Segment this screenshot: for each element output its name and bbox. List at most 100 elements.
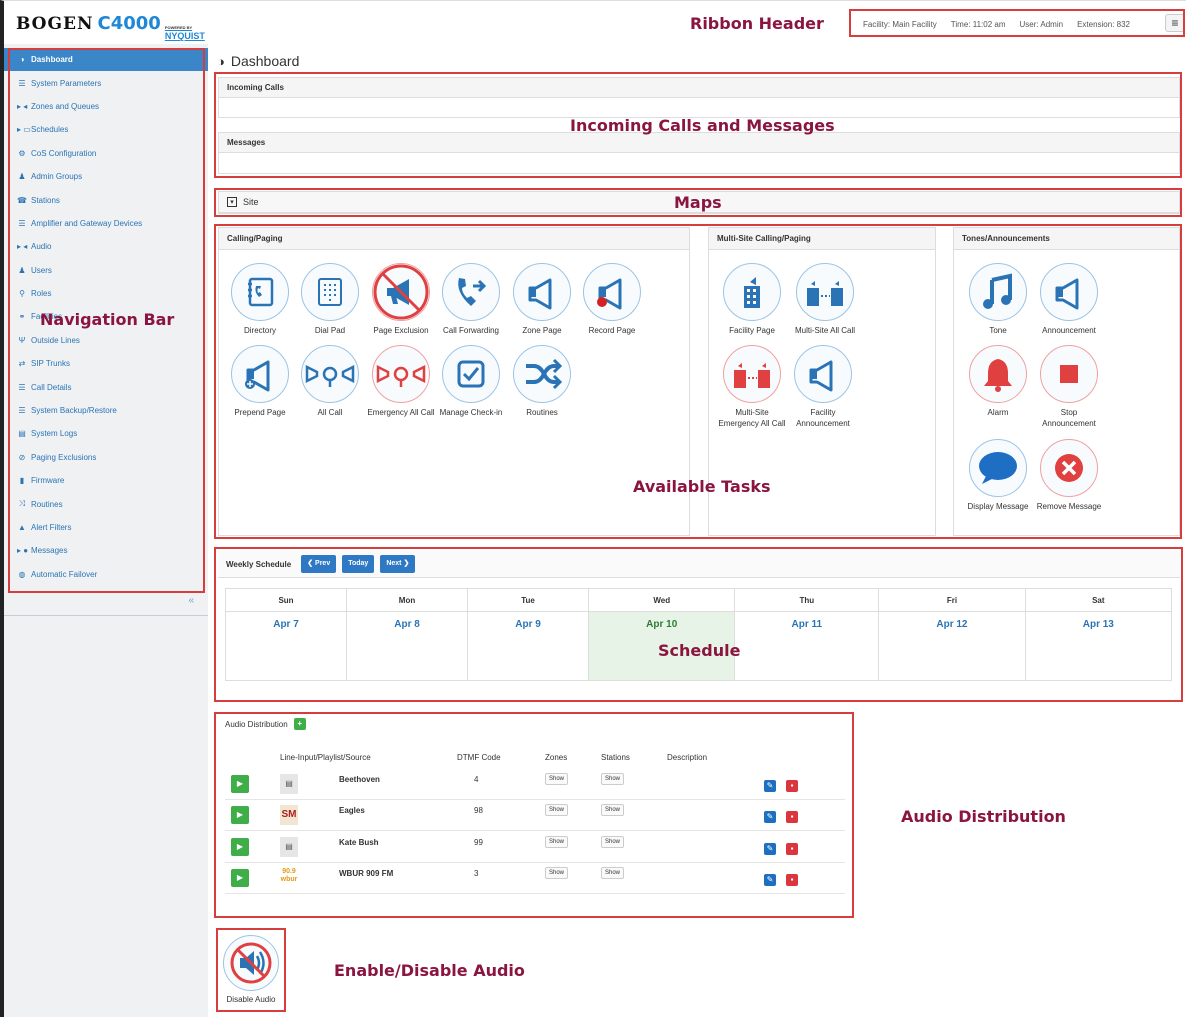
stations-show-button[interactable]: Show [601,867,625,879]
task-emergency-all-call[interactable]: Emergency All Call [366,345,436,418]
task-display-message[interactable]: Display Message [963,439,1033,512]
task-call-forwarding[interactable]: Call Forwarding [436,263,506,336]
edit-icon[interactable]: ✎ [764,811,776,823]
sidebar-item-dashboard[interactable]: ◑ Dashboard [4,48,208,72]
stations-show-button[interactable]: Show [601,836,625,848]
play-button[interactable]: ▶ [231,838,249,856]
sidebar-item-label: System Parameters [31,78,102,88]
sidebar-item-messages[interactable]: ▸ ● Messages [4,539,208,562]
sidebar-item-label: Dashboard [31,55,73,65]
collapse-icon[interactable]: « [4,586,208,616]
zones-show-button[interactable]: Show [545,804,569,816]
audio-col-header: DTMF Code [457,753,501,762]
edit-icon[interactable]: ✎ [764,780,776,792]
delete-icon[interactable]: ▪ [786,874,798,886]
sidebar-item-label: Firmware [31,476,65,486]
zones-show-button[interactable]: Show [545,773,569,785]
stations-show-button[interactable]: Show [601,804,625,816]
task-facility-announcement[interactable]: Facility Announcement [788,345,858,429]
task-zone-page[interactable]: Zone Page [507,263,577,336]
task-all-call[interactable]: All Call [295,345,365,418]
day-cell[interactable]: Apr 8 [346,611,469,681]
day-header: Tue [467,588,590,612]
task-prepend-page[interactable]: Prepend Page [225,345,295,418]
edit-icon[interactable]: ✎ [764,874,776,886]
source-thumbnail: 90.9 wbur [280,868,298,888]
sidebar-item-system-backup-restore[interactable]: ☰ System Backup/Restore [4,399,208,422]
sidebar-item-zones-and-queues[interactable]: ▸ ◂ Zones and Queues [4,95,208,118]
task-record-page[interactable]: Record Page [577,263,647,336]
task-stop-announcement[interactable]: Stop Announcement [1034,345,1104,429]
today-button[interactable]: Today [342,555,375,573]
audio-row: ▶ 90.9 wbur WBUR 909 FM 3 Show Show ✎ ▪ [225,863,845,894]
play-button[interactable]: ▶ [231,869,249,887]
task-manage-check-in[interactable]: Manage Check-in [436,345,506,418]
day-cell[interactable]: Apr 13 [1024,611,1173,681]
group-icon: ♟ [18,172,26,182]
play-button[interactable]: ▶ [231,775,249,793]
sidebar-item-firmware[interactable]: ▮ Firmware [4,469,208,492]
sidebar-item-system-parameters[interactable]: ☰ System Parameters [4,71,208,94]
collapse-toggle-icon[interactable]: ▾ [227,197,237,207]
task-announcement[interactable]: Announcement [1034,263,1104,336]
prev-button[interactable]: ❮ Prev [301,555,337,573]
calling-paging-header: Calling/Paging [219,228,689,250]
task-alarm[interactable]: Alarm [963,345,1033,418]
sidebar-item-cos-configuration[interactable]: ⚙ CoS Configuration [4,142,208,165]
delete-icon[interactable]: ▪ [786,811,798,823]
delete-icon[interactable]: ▪ [786,780,798,792]
sidebar-item-label: Amplifier and Gateway Devices [31,218,143,228]
ribbon-header: BOGEN C4000 POWERED BY NYQUIST Facility: … [0,0,1186,44]
sidebar-item-roles[interactable]: ⚲ Roles [4,282,208,305]
source-thumbnail: SM [280,805,298,825]
audio-icon: ▸ ◂ [17,242,28,252]
sidebar-item-call-details[interactable]: ☰ Call Details [4,375,208,398]
day-cell[interactable]: Apr 12 [878,611,1026,681]
delete-icon[interactable]: ▪ [786,843,798,855]
task-remove-message[interactable]: Remove Message [1034,439,1104,512]
audio-row: ▶ SM Eagles 98 Show Show ✎ ▪ [225,800,845,831]
next-button[interactable]: Next ❯ [380,555,416,573]
sidebar-item-schedules[interactable]: ▸ ▭ Schedules [4,118,208,141]
zones-show-button[interactable]: Show [545,836,569,848]
sidebar-item-amplifier-and-gateway-devices[interactable]: ☰ Amplifier and Gateway Devices [4,212,208,235]
task-routines[interactable]: Routines [507,345,577,418]
task-tone[interactable]: Tone [963,263,1033,336]
sidebar-item-sip-trunks[interactable]: ⇄ SIP Trunks [4,352,208,375]
sidebar-item-stations[interactable]: ☎ Stations [4,188,208,211]
tone-icon [969,263,1027,321]
sidebar-item-system-logs[interactable]: ▤ System Logs [4,422,208,445]
task-multi-site-all-call[interactable]: Multi-Site All Call [790,263,860,336]
disable-audio-button[interactable]: Disable Audio [219,932,283,1008]
add-audio-button[interactable]: + [293,718,306,730]
edit-icon[interactable]: ✎ [764,843,776,855]
sidebar-item-alert-filters[interactable]: ▲ Alert Filters [4,516,208,539]
menu-icon[interactable]: ≡ [1165,14,1185,32]
sidebar-item-label: System Logs [31,429,78,439]
task-multi-site-emergency-all-call[interactable]: Multi-Site Emergency All Call [717,345,787,429]
sidebar-item-paging-exclusions[interactable]: ⊘ Paging Exclusions [4,446,208,469]
sidebar-item-users[interactable]: ♟ Users [4,259,208,282]
sidebar-item-label: Alert Filters [31,523,72,532]
sidebar-item-admin-groups[interactable]: ♟ Admin Groups [4,165,208,188]
day-cell[interactable]: Apr 7 [224,611,348,681]
sidebar-item-routines[interactable]: ⤨ Routines [4,492,208,515]
sidebar-item-automatic-failover[interactable]: ◍ Automatic Failover [4,563,208,586]
page: { "header":{ "logo_brand":"BOGEN", "logo… [0,0,1186,1017]
sidebar-item-outside-lines[interactable]: Ψ Outside Lines [4,329,208,352]
day-cell[interactable]: Apr 11 [734,611,880,681]
day-cell[interactable]: Apr 9 [467,611,590,681]
stations-show-button[interactable]: Show [601,773,625,785]
task-dial-pad[interactable]: Dial Pad [295,263,365,336]
announcement-icon [1040,263,1098,321]
alarm-icon [969,345,1027,403]
play-button[interactable]: ▶ [231,806,249,824]
gears-icon: ⚙ [18,148,26,158]
task-directory[interactable]: Directory [225,263,295,336]
task-facility-page[interactable]: Facility Page [717,263,787,336]
sidebar-item-audio[interactable]: ▸ ◂ Audio [4,235,208,258]
all-call-icon [301,345,359,403]
zones-show-button[interactable]: Show [545,867,569,879]
random-icon: ⤨ [18,499,26,509]
task-page-exclusion[interactable]: Page Exclusion [366,263,436,336]
